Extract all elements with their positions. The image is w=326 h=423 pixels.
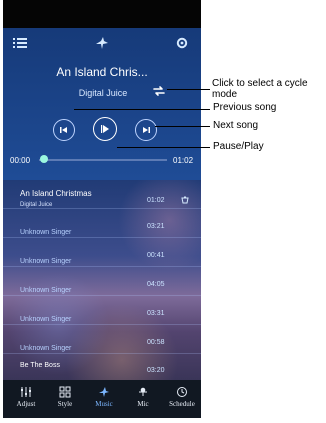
next-icon bbox=[143, 127, 150, 133]
tab-label: Adjust bbox=[16, 400, 36, 408]
next-callout-line bbox=[155, 126, 210, 127]
track-title: Be The Boss bbox=[20, 362, 60, 369]
cycle-mode-button[interactable] bbox=[151, 84, 167, 98]
track-duration: 03:21 bbox=[147, 223, 165, 230]
track-title: Unknown Singer bbox=[20, 258, 72, 265]
track-title: An Island Christmas bbox=[20, 189, 92, 198]
track-title: Unknown Singer bbox=[20, 316, 72, 323]
track-artist: Digital Juice bbox=[20, 202, 53, 208]
menu-icon[interactable] bbox=[13, 37, 27, 49]
tab-mic[interactable]: Mic bbox=[123, 380, 163, 418]
schedule-icon bbox=[176, 386, 188, 398]
playlist-row[interactable]: Unknown Singer 04:05 bbox=[3, 267, 201, 296]
track-title: Unknown Singer bbox=[20, 229, 72, 236]
track-action-icon[interactable] bbox=[180, 195, 190, 205]
cycle-callout-line1: Click to select a cycle bbox=[212, 78, 308, 89]
previous-callout-text: Previous song bbox=[213, 102, 277, 113]
previous-song-button[interactable] bbox=[53, 119, 75, 141]
playlist: An Island Christmas Digital Juice 01:02 … bbox=[3, 180, 201, 380]
adjust-icon bbox=[20, 386, 32, 398]
tab-music[interactable]: Music bbox=[84, 380, 124, 418]
song-title: An Island Chris... bbox=[56, 65, 148, 79]
cycle-callout-line bbox=[167, 89, 210, 90]
progress-track[interactable] bbox=[39, 159, 167, 161]
style-icon bbox=[59, 386, 71, 398]
playlist-row[interactable]: Be The Boss 03:20 bbox=[3, 354, 201, 383]
track-duration: 01:02 bbox=[147, 197, 165, 204]
track-title: Unknown Singer bbox=[20, 345, 72, 352]
playlist-row[interactable]: Unknown Singer 00:58 bbox=[3, 325, 201, 354]
playlist-row[interactable]: Unknown Singer 00:41 bbox=[3, 238, 201, 267]
pause-play-callout-line bbox=[117, 147, 210, 148]
track-duration: 03:31 bbox=[147, 310, 165, 317]
music-icon bbox=[98, 386, 110, 398]
playlist-row[interactable]: Unknown Singer 03:31 bbox=[3, 296, 201, 325]
artist-name: Digital Juice bbox=[78, 88, 128, 98]
current-time: 00:00 bbox=[10, 156, 31, 165]
pause-play-callout-text: Pause/Play bbox=[213, 141, 264, 152]
previous-callout-line bbox=[74, 109, 210, 110]
track-duration: 00:41 bbox=[147, 252, 165, 259]
total-time: 01:02 bbox=[173, 156, 194, 165]
progress-thumb[interactable] bbox=[40, 155, 48, 163]
tab-schedule[interactable]: Schedule bbox=[162, 380, 201, 418]
mic-icon bbox=[137, 386, 149, 398]
tab-label: Style bbox=[57, 400, 73, 408]
logo-icon bbox=[94, 35, 110, 51]
previous-icon bbox=[60, 127, 67, 133]
cycle-icon bbox=[153, 86, 165, 96]
tab-adjust[interactable]: Adjust bbox=[6, 380, 46, 418]
cycle-callout-line2: mode bbox=[212, 89, 238, 100]
phone-screen: An Island Chris... Digital Juice 00:00 0… bbox=[3, 0, 201, 418]
stage: An Island Chris... Digital Juice 00:00 0… bbox=[0, 0, 326, 423]
playlist-row[interactable]: An Island Christmas Digital Juice 01:02 bbox=[3, 180, 201, 209]
track-duration: 04:05 bbox=[147, 281, 165, 288]
tab-label: Schedule bbox=[169, 400, 195, 408]
gear-icon[interactable] bbox=[176, 37, 188, 49]
next-callout-text: Next song bbox=[213, 120, 259, 131]
tab-style[interactable]: Style bbox=[45, 380, 85, 418]
track-duration: 00:58 bbox=[147, 339, 165, 346]
track-duration: 03:20 bbox=[147, 367, 165, 374]
status-bar bbox=[3, 0, 201, 28]
track-title: Unknown Singer bbox=[20, 287, 72, 294]
pause-play-button[interactable] bbox=[93, 117, 117, 141]
next-song-button[interactable] bbox=[135, 119, 157, 141]
tab-label: Music bbox=[95, 400, 113, 408]
play-pause-icon bbox=[101, 125, 109, 133]
tab-label: Mic bbox=[137, 400, 149, 408]
playlist-row[interactable]: Unknown Singer 03:21 bbox=[3, 209, 201, 238]
